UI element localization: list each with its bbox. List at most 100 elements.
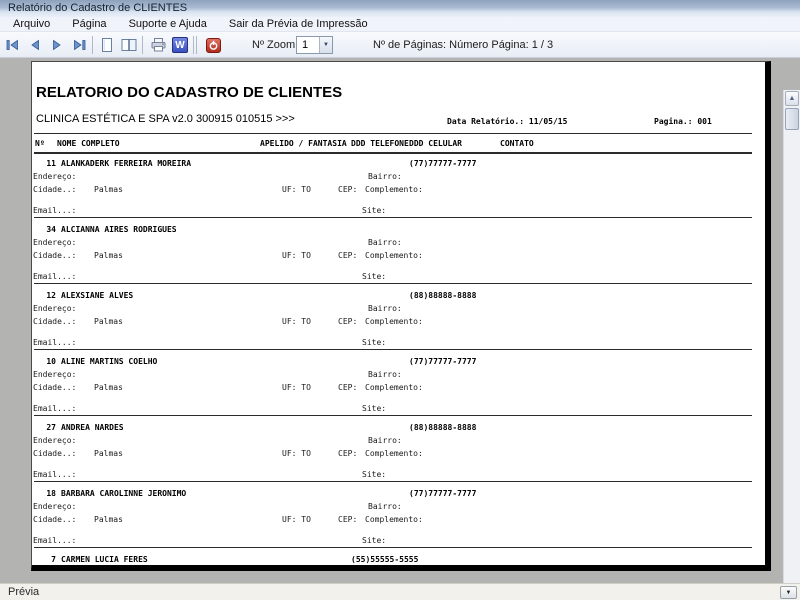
scroll-up-icon[interactable]: ▲: [785, 91, 799, 106]
toolbar-separator: [142, 36, 143, 54]
record-name: ALCIANNA AIRES RODRIGUES: [61, 225, 177, 234]
label-cep: CEP:: [338, 185, 358, 194]
value-cidade: Palmas: [94, 383, 123, 392]
record-separator: [34, 217, 752, 218]
menu-pagina[interactable]: Página: [61, 17, 117, 32]
toolbar-separator: [196, 36, 197, 54]
record-separator: [34, 481, 752, 482]
single-page-view-button[interactable]: [98, 36, 116, 54]
label-uf-value: UF: TO: [282, 515, 311, 524]
label-email: Email...:: [33, 206, 77, 215]
menu-bar: Arquivo Página Suporte e Ajuda Sair da P…: [0, 17, 800, 32]
pdf-export-icon: [205, 37, 221, 53]
label-cidade: Cidade..:: [33, 449, 77, 458]
first-page-button[interactable]: [4, 36, 22, 54]
label-site: Site:: [362, 272, 387, 281]
chevron-down-icon[interactable]: ▼: [319, 37, 332, 53]
title-bar: Relatório do Cadastro de CLIENTES: [0, 0, 800, 17]
record-separator: [34, 349, 752, 350]
column-header-num: Nº: [35, 139, 45, 148]
value-cidade: Palmas: [94, 251, 123, 260]
record-celular: (77)77777-7777: [409, 357, 477, 366]
record-number: 10: [46, 357, 56, 366]
record-row: 18 BARBARA CAROLINNE JERONIMO (77)77777-77…: [32, 489, 765, 555]
value-cidade: Palmas: [94, 185, 123, 194]
previous-page-icon: [31, 39, 39, 51]
status-text: Prévia: [8, 586, 40, 598]
report-page: RELATORIO DO CADASTRO DE CLIENTES CLINIC…: [31, 61, 771, 571]
label-endereco: Endereço:: [33, 502, 77, 511]
record-number: 27: [46, 423, 56, 432]
next-page-button[interactable]: [48, 36, 66, 54]
previous-page-button[interactable]: [26, 36, 44, 54]
value-cidade: Palmas: [94, 515, 123, 524]
label-site: Site:: [362, 338, 387, 347]
scrollbar-thumb[interactable]: [785, 108, 799, 130]
label-email: Email...:: [33, 338, 77, 347]
record-row: 27 ANDREA NARDES (88)88888-8888 Endereço: Ba…: [32, 423, 765, 489]
record-row: 12 ALEXSIANE ALVES (88)88888-8888 Endereço:…: [32, 291, 765, 357]
record-name: ALANKADERK FERREIRA MOREIRA: [61, 159, 192, 168]
record-telefone: (55)55555-5555: [351, 555, 419, 564]
header-rule: [34, 133, 752, 134]
label-endereco: Endereço:: [33, 172, 77, 181]
window-title: Relatório do Cadastro de CLIENTES: [8, 2, 188, 14]
label-endereco: Endereço:: [33, 238, 77, 247]
label-email: Email...:: [33, 404, 77, 413]
pdf-export-button[interactable]: [204, 36, 222, 54]
label-uf-value: UF: TO: [282, 251, 311, 260]
last-page-button[interactable]: [70, 36, 88, 54]
status-grip-button[interactable]: ▼: [780, 586, 797, 599]
column-header-telefone: DDD TELEFONE: [351, 139, 409, 148]
record-name: BARBARA CAROLINNE JERONIMO: [61, 489, 187, 498]
column-header-contato: CONTATO: [500, 139, 534, 148]
column-header-apelido: APELIDO / FANTASIA: [260, 139, 347, 148]
label-site: Site:: [362, 206, 387, 215]
label-email: Email...:: [33, 536, 77, 545]
record-row: 34 ALCIANNA AIRES RODRIGUES Endereço: Bairr…: [32, 225, 765, 291]
menu-suporte-e-ajuda[interactable]: Suporte e Ajuda: [118, 17, 218, 32]
label-uf-value: UF: TO: [282, 449, 311, 458]
label-complemento: Complemento:: [365, 251, 423, 260]
record-name: ALEXSIANE ALVES: [61, 291, 134, 300]
two-pages-icon: [121, 39, 137, 51]
report-title: RELATORIO DO CADASTRO DE CLIENTES: [36, 84, 343, 101]
label-bairro: Bairro:: [368, 370, 402, 379]
menu-arquivo[interactable]: Arquivo: [2, 17, 61, 32]
record-number: 11: [46, 159, 56, 168]
label-cep: CEP:: [338, 317, 358, 326]
zoom-label: Nº Zoom: [252, 39, 296, 51]
pages-info-label: Nº de Páginas: Número Página: 1 / 3: [373, 39, 554, 51]
label-bairro: Bairro:: [368, 238, 402, 247]
toolbar-separator: [92, 36, 93, 54]
record-separator: [34, 415, 752, 416]
label-cidade: Cidade..:: [33, 317, 77, 326]
preview-area: RELATORIO DO CADASTRO DE CLIENTES CLINIC…: [0, 58, 800, 600]
label-endereco: Endereço:: [33, 436, 77, 445]
toolbar: W Nº Zoom 1 ▼ Nº de Páginas: Número Pági…: [0, 32, 800, 58]
preview-window: Relatório do Cadastro de CLIENTES Arquiv…: [0, 0, 800, 600]
value-cidade: Palmas: [94, 449, 123, 458]
record-row: 10 ALINE MARTINS COELHO (77)77777-7777 Ende…: [32, 357, 765, 423]
record-row: 11 ALANKADERK FERREIRA MOREIRA (77)77777-7…: [32, 159, 765, 225]
report-page-number: Pagina.: 001: [654, 117, 712, 126]
label-cep: CEP:: [338, 449, 358, 458]
print-button[interactable]: [149, 36, 167, 54]
zoom-value: 1: [302, 39, 309, 51]
vertical-scrollbar[interactable]: ▲ ▼: [783, 90, 800, 600]
record-name: ALINE MARTINS COELHO: [61, 357, 158, 366]
zoom-combobox[interactable]: 1 ▼: [296, 36, 333, 54]
two-pages-view-button[interactable]: [120, 36, 138, 54]
record-name: ANDREA NARDES: [61, 423, 124, 432]
record-celular: (77)77777-7777: [409, 489, 477, 498]
label-complemento: Complemento:: [365, 383, 423, 392]
label-complemento: Complemento:: [365, 317, 423, 326]
label-cidade: Cidade..:: [33, 185, 77, 194]
label-bairro: Bairro:: [368, 172, 402, 181]
value-cidade: Palmas: [94, 317, 123, 326]
label-bairro: Bairro:: [368, 304, 402, 313]
toolbar-separator: [193, 36, 194, 54]
record-row: 7 CARMEN LUCIA FERES (55)55555-5555: [32, 555, 765, 565]
word-export-button[interactable]: W: [171, 36, 189, 54]
menu-sair-da-previa[interactable]: Sair da Prévia de Impressão: [218, 17, 379, 32]
